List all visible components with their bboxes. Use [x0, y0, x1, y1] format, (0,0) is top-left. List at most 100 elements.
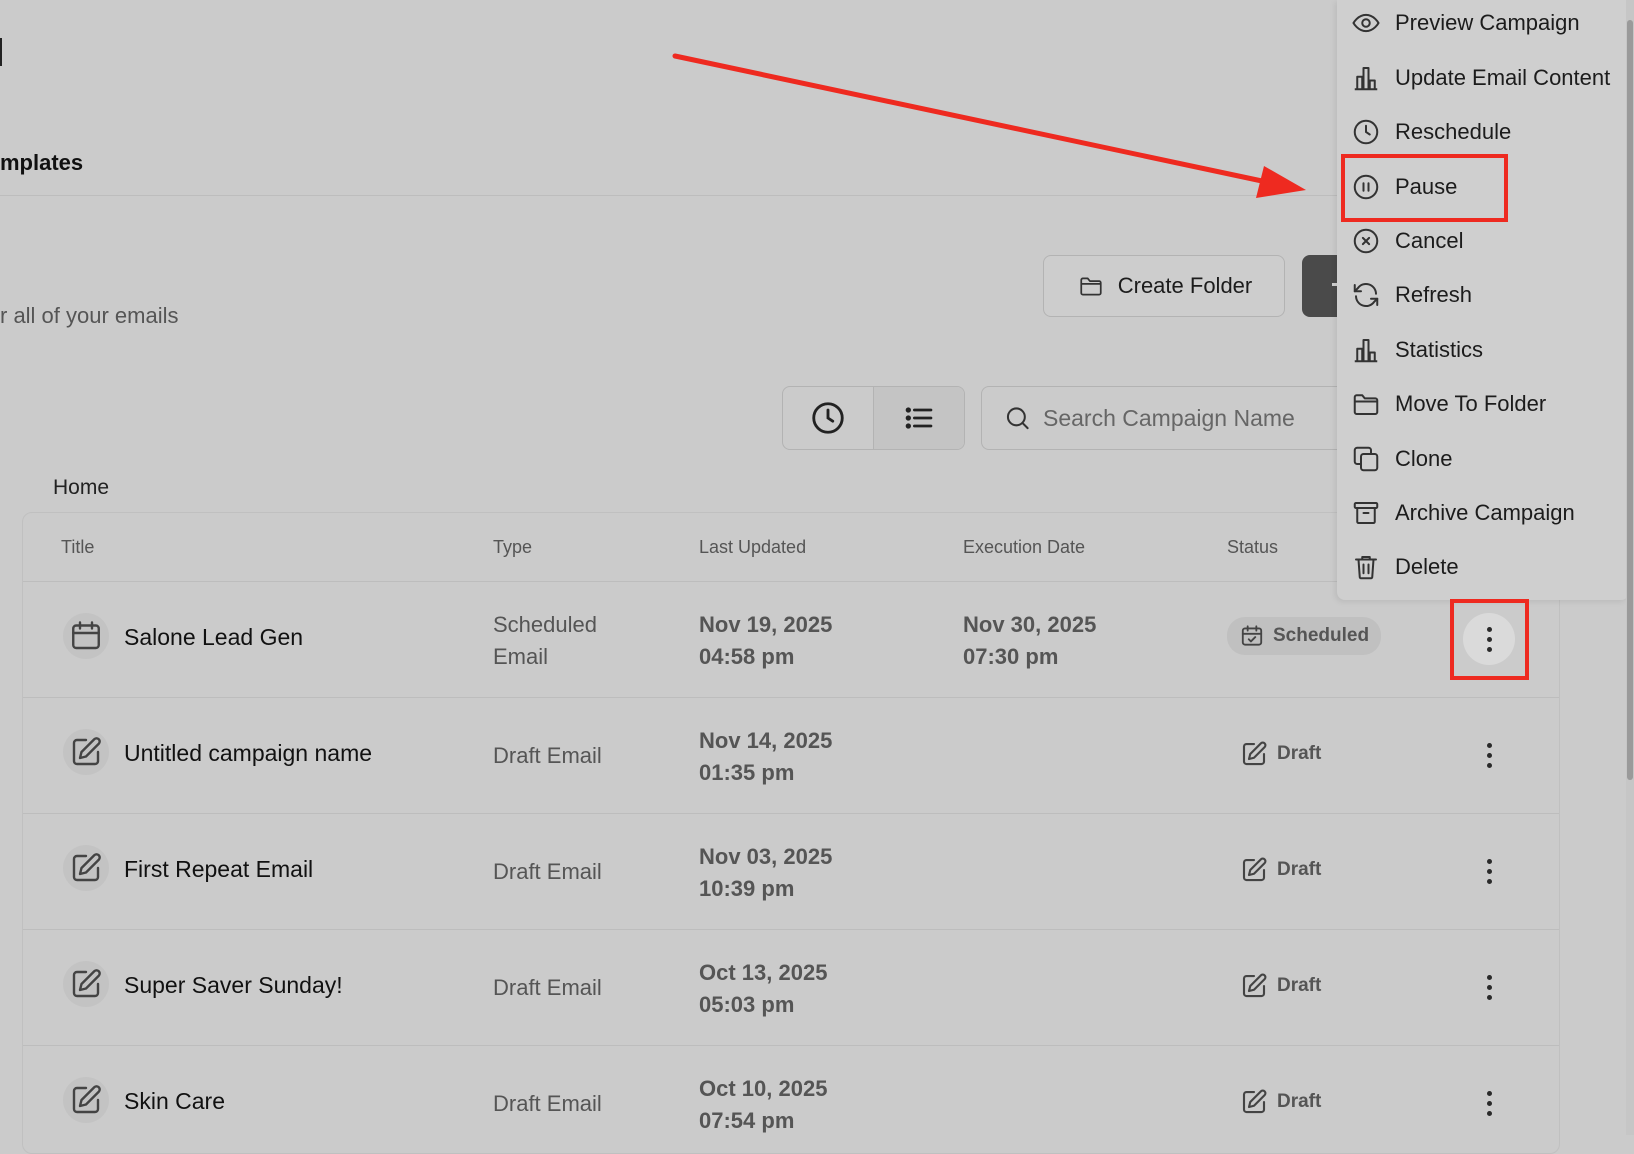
- menu-item-label: Update Email Content: [1395, 65, 1611, 90]
- create-folder-button[interactable]: Create Folder: [1043, 255, 1285, 317]
- menu-item-update-email-content[interactable]: Update Email Content: [1337, 51, 1629, 105]
- menu-item-label: Delete: [1395, 554, 1459, 579]
- trash-icon: [1355, 556, 1377, 580]
- copy-icon: [1353, 446, 1379, 472]
- menu-item-archive-campaign[interactable]: Archive Campaign: [1337, 486, 1629, 540]
- menu-item-move-to-folder[interactable]: Move To Folder: [1337, 377, 1629, 431]
- edit-icon: [1242, 741, 1267, 766]
- search-input[interactable]: [1041, 403, 1341, 433]
- status-badge: Draft: [1227, 1081, 1333, 1123]
- campaign-title[interactable]: Skin Care: [124, 1088, 225, 1115]
- column-last-updated[interactable]: Last Updated: [699, 537, 806, 558]
- menu-item-label: Move To Folder: [1395, 391, 1547, 416]
- breadcrumb[interactable]: Home: [53, 476, 109, 500]
- status-label: Draft: [1277, 1091, 1322, 1112]
- bar-chart-icon: [1354, 67, 1378, 91]
- last-updated: Oct 13, 2025 05:03 pm: [699, 957, 827, 1021]
- annotation-highlight-pause: [1341, 154, 1508, 222]
- campaign-type: Draft Email: [493, 743, 602, 768]
- table-row[interactable]: Salone Lead Gen Scheduled Email Nov 19, …: [23, 581, 1559, 698]
- folder-icon: [1353, 394, 1379, 415]
- edit-icon: [63, 729, 109, 775]
- updated-time: 01:35 pm: [699, 760, 795, 785]
- status-label: Scheduled: [1273, 625, 1370, 646]
- row-actions-button[interactable]: [1463, 1077, 1515, 1129]
- status-badge: Draft: [1227, 965, 1333, 1007]
- column-status[interactable]: Status: [1227, 537, 1278, 558]
- table-row[interactable]: Untitled campaign name Draft Email Nov 1…: [23, 697, 1559, 814]
- menu-item-label: Preview Campaign: [1395, 10, 1580, 35]
- menu-item-clone[interactable]: Clone: [1337, 432, 1629, 486]
- updated-date: Oct 13, 2025: [699, 960, 828, 985]
- tab-divider: [0, 195, 1340, 196]
- text-cursor: [0, 38, 2, 66]
- edit-icon: [1242, 1089, 1267, 1114]
- menu-item-cancel[interactable]: Cancel: [1337, 214, 1629, 268]
- column-type[interactable]: Type: [493, 537, 532, 558]
- menu-item-statistics[interactable]: Statistics: [1337, 323, 1629, 377]
- updated-date: Nov 03, 2025: [699, 844, 833, 869]
- calendar-check-icon: [1241, 625, 1263, 646]
- last-updated: Nov 14, 2025 01:35 pm: [699, 725, 832, 789]
- menu-item-label: Refresh: [1395, 282, 1473, 307]
- status-label: Draft: [1277, 743, 1322, 764]
- menu-item-refresh[interactable]: Refresh: [1337, 268, 1629, 322]
- edit-icon: [1242, 973, 1267, 998]
- calendar-icon: [63, 613, 109, 659]
- execution-date: Nov 30, 2025 07:30 pm: [963, 609, 1096, 673]
- last-updated: Nov 03, 2025 10:39 pm: [699, 841, 832, 905]
- column-title[interactable]: Title: [61, 537, 94, 558]
- table-row[interactable]: First Repeat Email Draft Email Nov 03, 2…: [23, 813, 1559, 930]
- table-row[interactable]: Super Saver Sunday! Draft Email Oct 13, …: [23, 929, 1559, 1046]
- history-view-button[interactable]: [783, 387, 873, 449]
- table-header: Title Type Last Updated Execution Date S…: [23, 513, 1559, 582]
- refresh-icon: [1353, 282, 1379, 308]
- view-toggle: [782, 386, 965, 450]
- menu-item-label: Clone: [1395, 446, 1453, 471]
- list-view-button[interactable]: [873, 387, 964, 449]
- updated-date: Nov 19, 2025: [699, 612, 833, 637]
- campaign-title[interactable]: Untitled campaign name: [124, 740, 372, 767]
- status-badge: Scheduled: [1227, 617, 1382, 655]
- updated-date: Nov 14, 2025: [699, 728, 833, 753]
- page-scrollbar[interactable]: [1626, 0, 1634, 1135]
- edit-icon: [63, 1077, 109, 1123]
- archive-icon: [1353, 502, 1379, 524]
- menu-item-label: Reschedule: [1395, 119, 1512, 144]
- row-actions-button[interactable]: [1463, 961, 1515, 1013]
- updated-time: 05:03 pm: [699, 992, 795, 1017]
- search-icon: [1006, 407, 1029, 430]
- campaign-type: Draft Email: [493, 859, 602, 884]
- campaign-type: Scheduled Email: [493, 609, 643, 673]
- edit-icon: [63, 845, 109, 891]
- column-execution-date[interactable]: Execution Date: [963, 537, 1085, 558]
- row-actions-button[interactable]: [1463, 845, 1515, 897]
- tab-templates[interactable]: mplates: [0, 150, 83, 176]
- row-actions-menu: Preview Campaign Update Email Content Re…: [1337, 0, 1629, 600]
- menu-item-delete[interactable]: Delete: [1337, 540, 1629, 594]
- exec-date: Nov 30, 2025: [963, 612, 1097, 637]
- status-badge: Draft: [1227, 733, 1333, 775]
- bar-chart-icon: [1354, 339, 1378, 363]
- campaign-type: Draft Email: [493, 1091, 602, 1116]
- type-line: Scheduled: [493, 612, 597, 637]
- create-folder-label: Create Folder: [1117, 273, 1253, 298]
- status-badge: Draft: [1227, 849, 1333, 891]
- table-row[interactable]: Skin Care Draft Email Oct 10, 2025 07:54…: [23, 1045, 1559, 1153]
- list-icon: [905, 407, 933, 429]
- menu-item-label: Statistics: [1395, 337, 1484, 362]
- menu-item-preview-campaign[interactable]: Preview Campaign: [1337, 0, 1629, 50]
- campaign-title[interactable]: Salone Lead Gen: [124, 624, 303, 651]
- scrollbar-thumb[interactable]: [1627, 20, 1633, 780]
- clock-icon: [1353, 119, 1379, 145]
- type-line: Email: [493, 644, 549, 669]
- exec-time: 07:30 pm: [963, 644, 1059, 669]
- menu-item-label: Cancel: [1395, 228, 1464, 253]
- campaign-title[interactable]: First Repeat Email: [124, 856, 313, 883]
- menu-item-reschedule[interactable]: Reschedule: [1337, 105, 1629, 159]
- row-actions-button[interactable]: [1463, 729, 1515, 781]
- folder-icon: [1080, 277, 1102, 296]
- status-label: Draft: [1277, 859, 1322, 880]
- campaign-title[interactable]: Super Saver Sunday!: [124, 972, 343, 999]
- last-updated: Oct 10, 2025 07:54 pm: [699, 1073, 827, 1137]
